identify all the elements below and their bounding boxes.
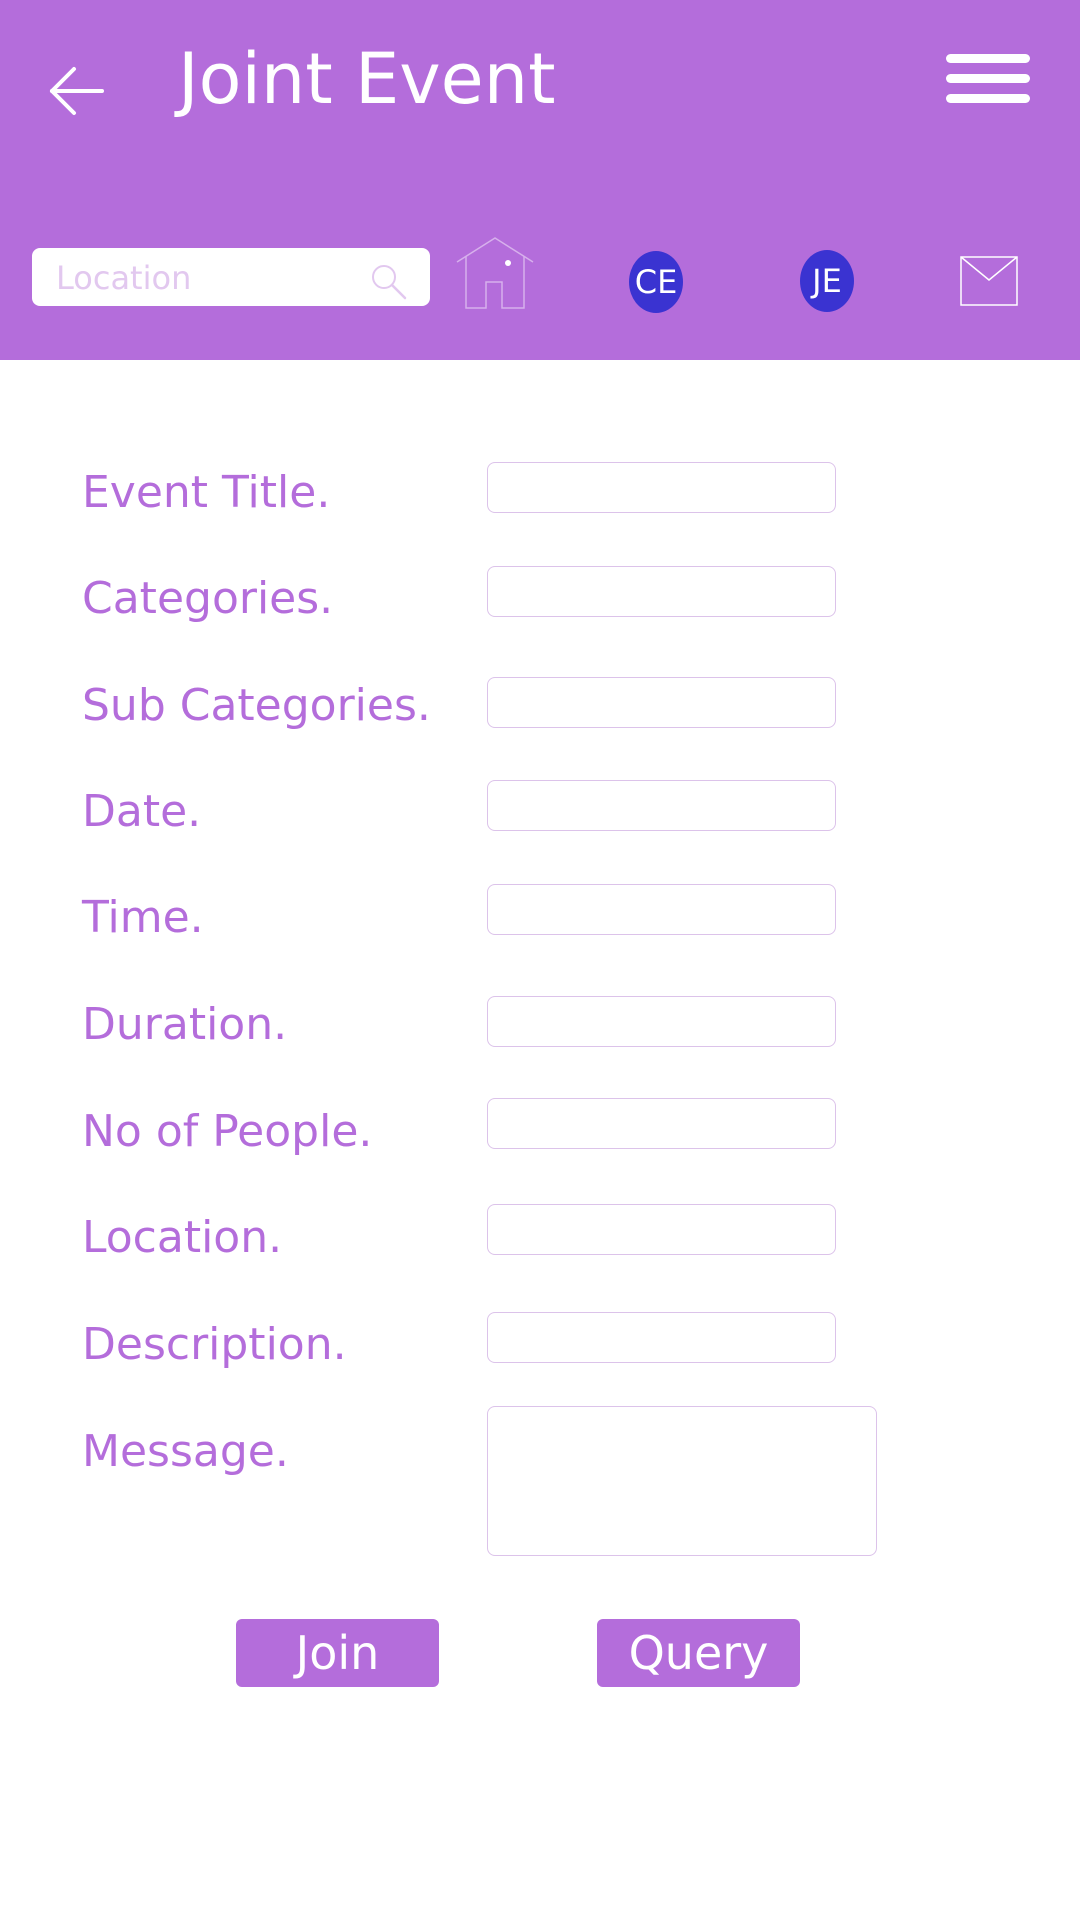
no-of-people-label: No of People.: [82, 1106, 373, 1157]
event-title-label: Event Title.: [82, 467, 331, 518]
time-input[interactable]: [487, 884, 836, 935]
location-label: Location.: [82, 1212, 283, 1263]
categories-input[interactable]: [487, 566, 836, 617]
categories-label: Categories.: [82, 573, 334, 624]
sub-categories-input[interactable]: [487, 677, 836, 728]
description-label: Description.: [82, 1319, 347, 1370]
location-search-box: [32, 248, 430, 308]
duration-label: Duration.: [82, 999, 288, 1050]
message-textarea[interactable]: [487, 1406, 877, 1556]
back-button[interactable]: [44, 58, 110, 124]
mail-icon: [960, 256, 1018, 306]
home-icon: [456, 237, 534, 309]
sub-categories-label: Sub Categories.: [82, 680, 431, 731]
date-label: Date.: [82, 786, 202, 837]
event-title-input[interactable]: [487, 462, 836, 513]
app-header: Joint Event CE JE: [0, 0, 1080, 360]
location-search-input[interactable]: [54, 248, 358, 308]
page-title: Joint Event: [178, 38, 556, 120]
join-button[interactable]: Join: [236, 1619, 439, 1687]
query-button[interactable]: Query: [597, 1619, 800, 1687]
date-input[interactable]: [487, 780, 836, 831]
no-of-people-input[interactable]: [487, 1098, 836, 1149]
time-label: Time.: [82, 892, 204, 943]
avatar-ce[interactable]: CE: [629, 251, 683, 313]
menu-button[interactable]: [944, 52, 1032, 106]
hamburger-menu-icon: [946, 54, 1030, 103]
message-label: Message.: [82, 1426, 289, 1477]
arrow-left-icon: [50, 67, 104, 115]
search-icon[interactable]: [368, 261, 408, 301]
home-button[interactable]: [455, 236, 535, 310]
mail-button[interactable]: [960, 256, 1018, 306]
duration-input[interactable]: [487, 996, 836, 1047]
description-input[interactable]: [487, 1312, 836, 1363]
location-input[interactable]: [487, 1204, 836, 1255]
avatar-je[interactable]: JE: [800, 250, 854, 312]
